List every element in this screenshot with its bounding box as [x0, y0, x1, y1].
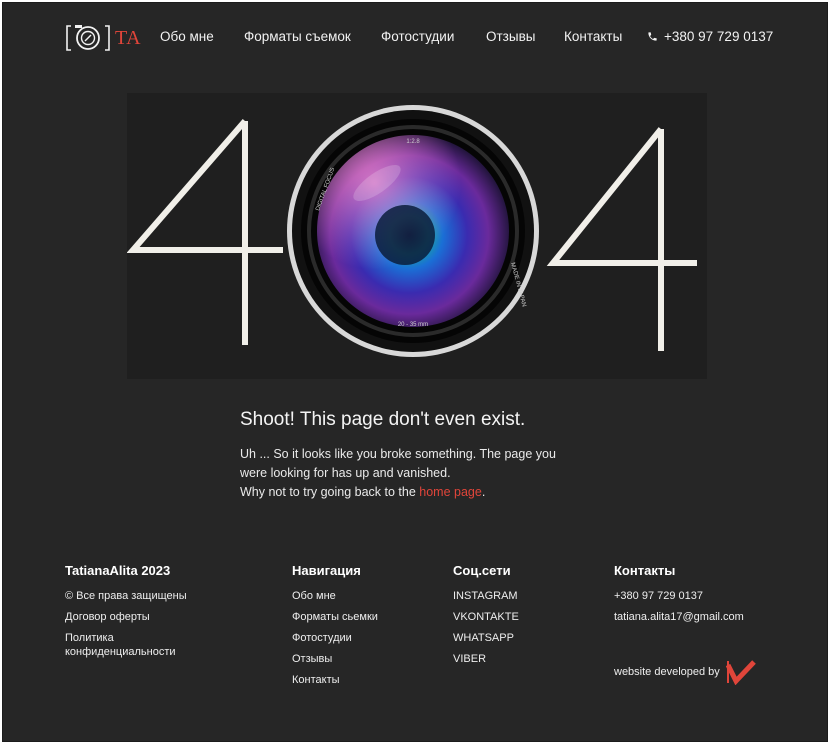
- error-line-3-pre: Why not to try going back to the: [240, 485, 420, 499]
- phone-number: +380 97 729 0137: [664, 29, 774, 44]
- lens-text-top: 1:2.8: [406, 139, 420, 145]
- camera-lens-o: 1:2.8 DIGITAL FOCUS MADE IN JAPAN 20 - 3…: [287, 105, 539, 357]
- error-line-3-post: .: [481, 485, 486, 499]
- offer-agreement-link[interactable]: Договор оферты: [65, 611, 150, 623]
- footer-brand: TatianaAlita 2023 © Все права защищены Д…: [65, 563, 235, 666]
- digit-right-four: [546, 127, 697, 351]
- viber-link[interactable]: VIBER: [453, 653, 486, 665]
- nav-formats[interactable]: Форматы съемок: [244, 29, 351, 44]
- footer-nav-formats[interactable]: Форматы сьемки: [292, 611, 378, 623]
- developer-logo-icon: [725, 660, 756, 685]
- nav-reviews[interactable]: Отзывы: [486, 29, 535, 44]
- footer-nav-reviews[interactable]: Отзывы: [292, 653, 332, 665]
- footer-nav-studios[interactable]: Фотостудии: [292, 632, 352, 644]
- site-logo[interactable]: TA: [65, 22, 141, 54]
- footer-nav: Навигация Обо мне Форматы сьемки Фотосту…: [292, 563, 378, 694]
- copyright: © Все права защищены: [65, 590, 187, 602]
- nav-about[interactable]: Обо мне: [160, 29, 214, 44]
- error-line-2: were looking for has up and vanished.: [240, 466, 451, 480]
- footer-email-link[interactable]: tatiana.alita17@gmail.com: [614, 611, 744, 623]
- footer-nav-about[interactable]: Обо мне: [292, 590, 336, 602]
- lens-text-bottom: 20 - 35 mm: [398, 322, 428, 328]
- footer-nav-contacts[interactable]: Контакты: [292, 674, 340, 686]
- footer-contacts-title: Контакты: [614, 563, 676, 578]
- footer-social: Соц.сети INSTAGRAM VKONTAKTE WHATSAPP VI…: [453, 563, 519, 673]
- footer-contacts: Контакты +380 97 729 0137 tatiana.alita1…: [614, 563, 744, 631]
- error-description: Uh ... So it looks like you broke someth…: [240, 445, 600, 502]
- header-phone[interactable]: +380 97 729 0137: [647, 29, 773, 44]
- footer-phone-link[interactable]: +380 97 729 0137: [614, 590, 703, 602]
- error-line-1: Uh ... So it looks like you broke someth…: [240, 447, 556, 461]
- whatsapp-link[interactable]: WHATSAPP: [453, 632, 514, 644]
- phone-icon: [648, 32, 657, 41]
- camera-logo-icon: [66, 25, 110, 51]
- footer-brand-title: TatianaAlita 2023: [65, 563, 171, 578]
- page: TA Обо мне Форматы съемок Фотостудии Отз…: [2, 2, 828, 742]
- vkontakte-link[interactable]: VKONTAKTE: [453, 611, 519, 623]
- privacy-policy-link[interactable]: Политика конфиденциальности: [65, 632, 176, 658]
- hero-404: 1:2.8 DIGITAL FOCUS MADE IN JAPAN 20 - 3…: [127, 93, 707, 379]
- footer-nav-title: Навигация: [292, 563, 361, 578]
- error-message: Shoot! This page don't even exist. Uh ..…: [240, 409, 600, 502]
- developer-credit[interactable]: website developed by: [614, 659, 756, 685]
- logo-text: TA: [115, 26, 142, 49]
- nav-studios[interactable]: Фотостудии: [381, 29, 454, 44]
- footer-social-title: Соц.сети: [453, 563, 511, 578]
- error-title: Shoot! This page don't even exist.: [240, 409, 526, 430]
- home-page-link[interactable]: home page: [419, 485, 482, 499]
- instagram-link[interactable]: INSTAGRAM: [453, 590, 518, 602]
- digit-left-four: [127, 119, 283, 345]
- nav-contacts[interactable]: Контакты: [564, 29, 622, 44]
- developer-credit-text: website developed by: [614, 666, 720, 678]
